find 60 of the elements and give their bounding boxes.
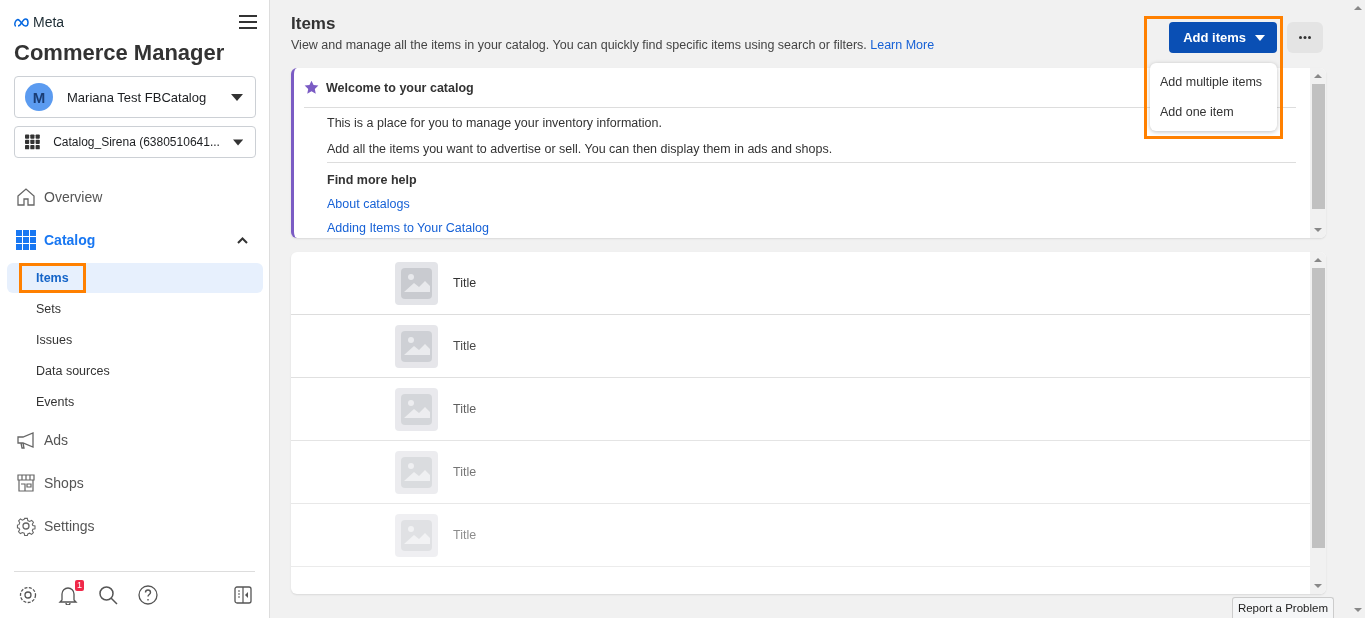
more-button[interactable] [1287, 22, 1323, 53]
nav-item[interactable]: Ads [14, 427, 262, 453]
page-description: View and manage all the items in your catalog. You can quickly find specific items using search or filters. Learn More [291, 38, 935, 52]
help-link[interactable]: Adding Items to Your Catalog [327, 221, 489, 235]
caret-icon [1255, 34, 1265, 41]
notification-badge: 1 [75, 580, 84, 591]
account-selector[interactable]: M Mariana Test FBCatalog [14, 76, 256, 118]
item-title: Title [453, 528, 477, 542]
scrollbar[interactable] [1310, 252, 1326, 594]
welcome-paragraph: This is a place for you to manage your inventory information. [327, 116, 663, 130]
item-title: Title [453, 402, 477, 416]
megaphone-icon [16, 430, 36, 450]
page-title: Items [291, 14, 337, 34]
image-placeholder-icon [395, 450, 438, 494]
scrollbar[interactable] [1310, 68, 1326, 238]
nav-subitem[interactable]: Issues [36, 330, 73, 350]
nav-subitem[interactable]: Data sources [36, 361, 110, 381]
nav-item[interactable]: Settings [14, 513, 262, 539]
nav-subitem[interactable]: Items [22, 266, 83, 290]
item-title: Title [453, 339, 477, 353]
image-placeholder-icon [395, 324, 438, 368]
menu-icon[interactable] [239, 15, 257, 29]
item-title: Title [453, 465, 477, 479]
menu-item[interactable]: Add multiple items [1150, 67, 1277, 97]
learn-more-link[interactable]: Learn More [870, 38, 935, 52]
menu-item[interactable]: Add one item [1150, 97, 1277, 127]
nav-item[interactable]: Shops [14, 470, 262, 496]
help-icon[interactable] [138, 585, 158, 605]
avatar: M [25, 83, 53, 111]
image-placeholder-icon [395, 513, 438, 557]
nav-subitem[interactable]: Sets [36, 299, 61, 319]
search-icon[interactable] [98, 585, 118, 605]
caret-icon [231, 93, 243, 101]
nav-item[interactable]: Overview [14, 184, 262, 210]
help-heading: Find more help [327, 173, 417, 187]
add-items-button[interactable]: Add items [1169, 22, 1277, 53]
star-icon [304, 80, 319, 95]
caret-icon [232, 138, 243, 146]
grid-icon [16, 230, 36, 250]
home-icon [16, 187, 36, 207]
image-placeholder-icon [395, 387, 438, 431]
help-link[interactable]: About catalogs [327, 197, 410, 211]
welcome-paragraph: Add all the items you want to advertise or sell. You can then display them in ads and shops. [327, 142, 834, 156]
meta-logo-icon [14, 17, 30, 27]
image-placeholder-icon [395, 261, 438, 305]
nav-subitem[interactable]: Events [36, 392, 75, 412]
nav-item[interactable]: Catalog [14, 227, 262, 253]
store-icon [16, 473, 36, 493]
catalog-selector[interactable]: Catalog_Sirena (6380510641... [14, 126, 256, 158]
meta-logo-text: Meta [33, 14, 65, 30]
more-icon [1299, 36, 1311, 39]
report-problem-button[interactable]: Report a Problem [1231, 597, 1334, 618]
collapse-panel-icon[interactable] [234, 586, 252, 604]
app-title: Commerce Manager [14, 40, 226, 66]
welcome-title: Welcome to your catalog [326, 80, 474, 95]
item-title: Title [453, 276, 477, 290]
bell-icon[interactable] [58, 585, 78, 605]
gear-icon [16, 516, 36, 536]
settings-icon[interactable] [18, 585, 38, 605]
grid-icon [25, 133, 41, 151]
